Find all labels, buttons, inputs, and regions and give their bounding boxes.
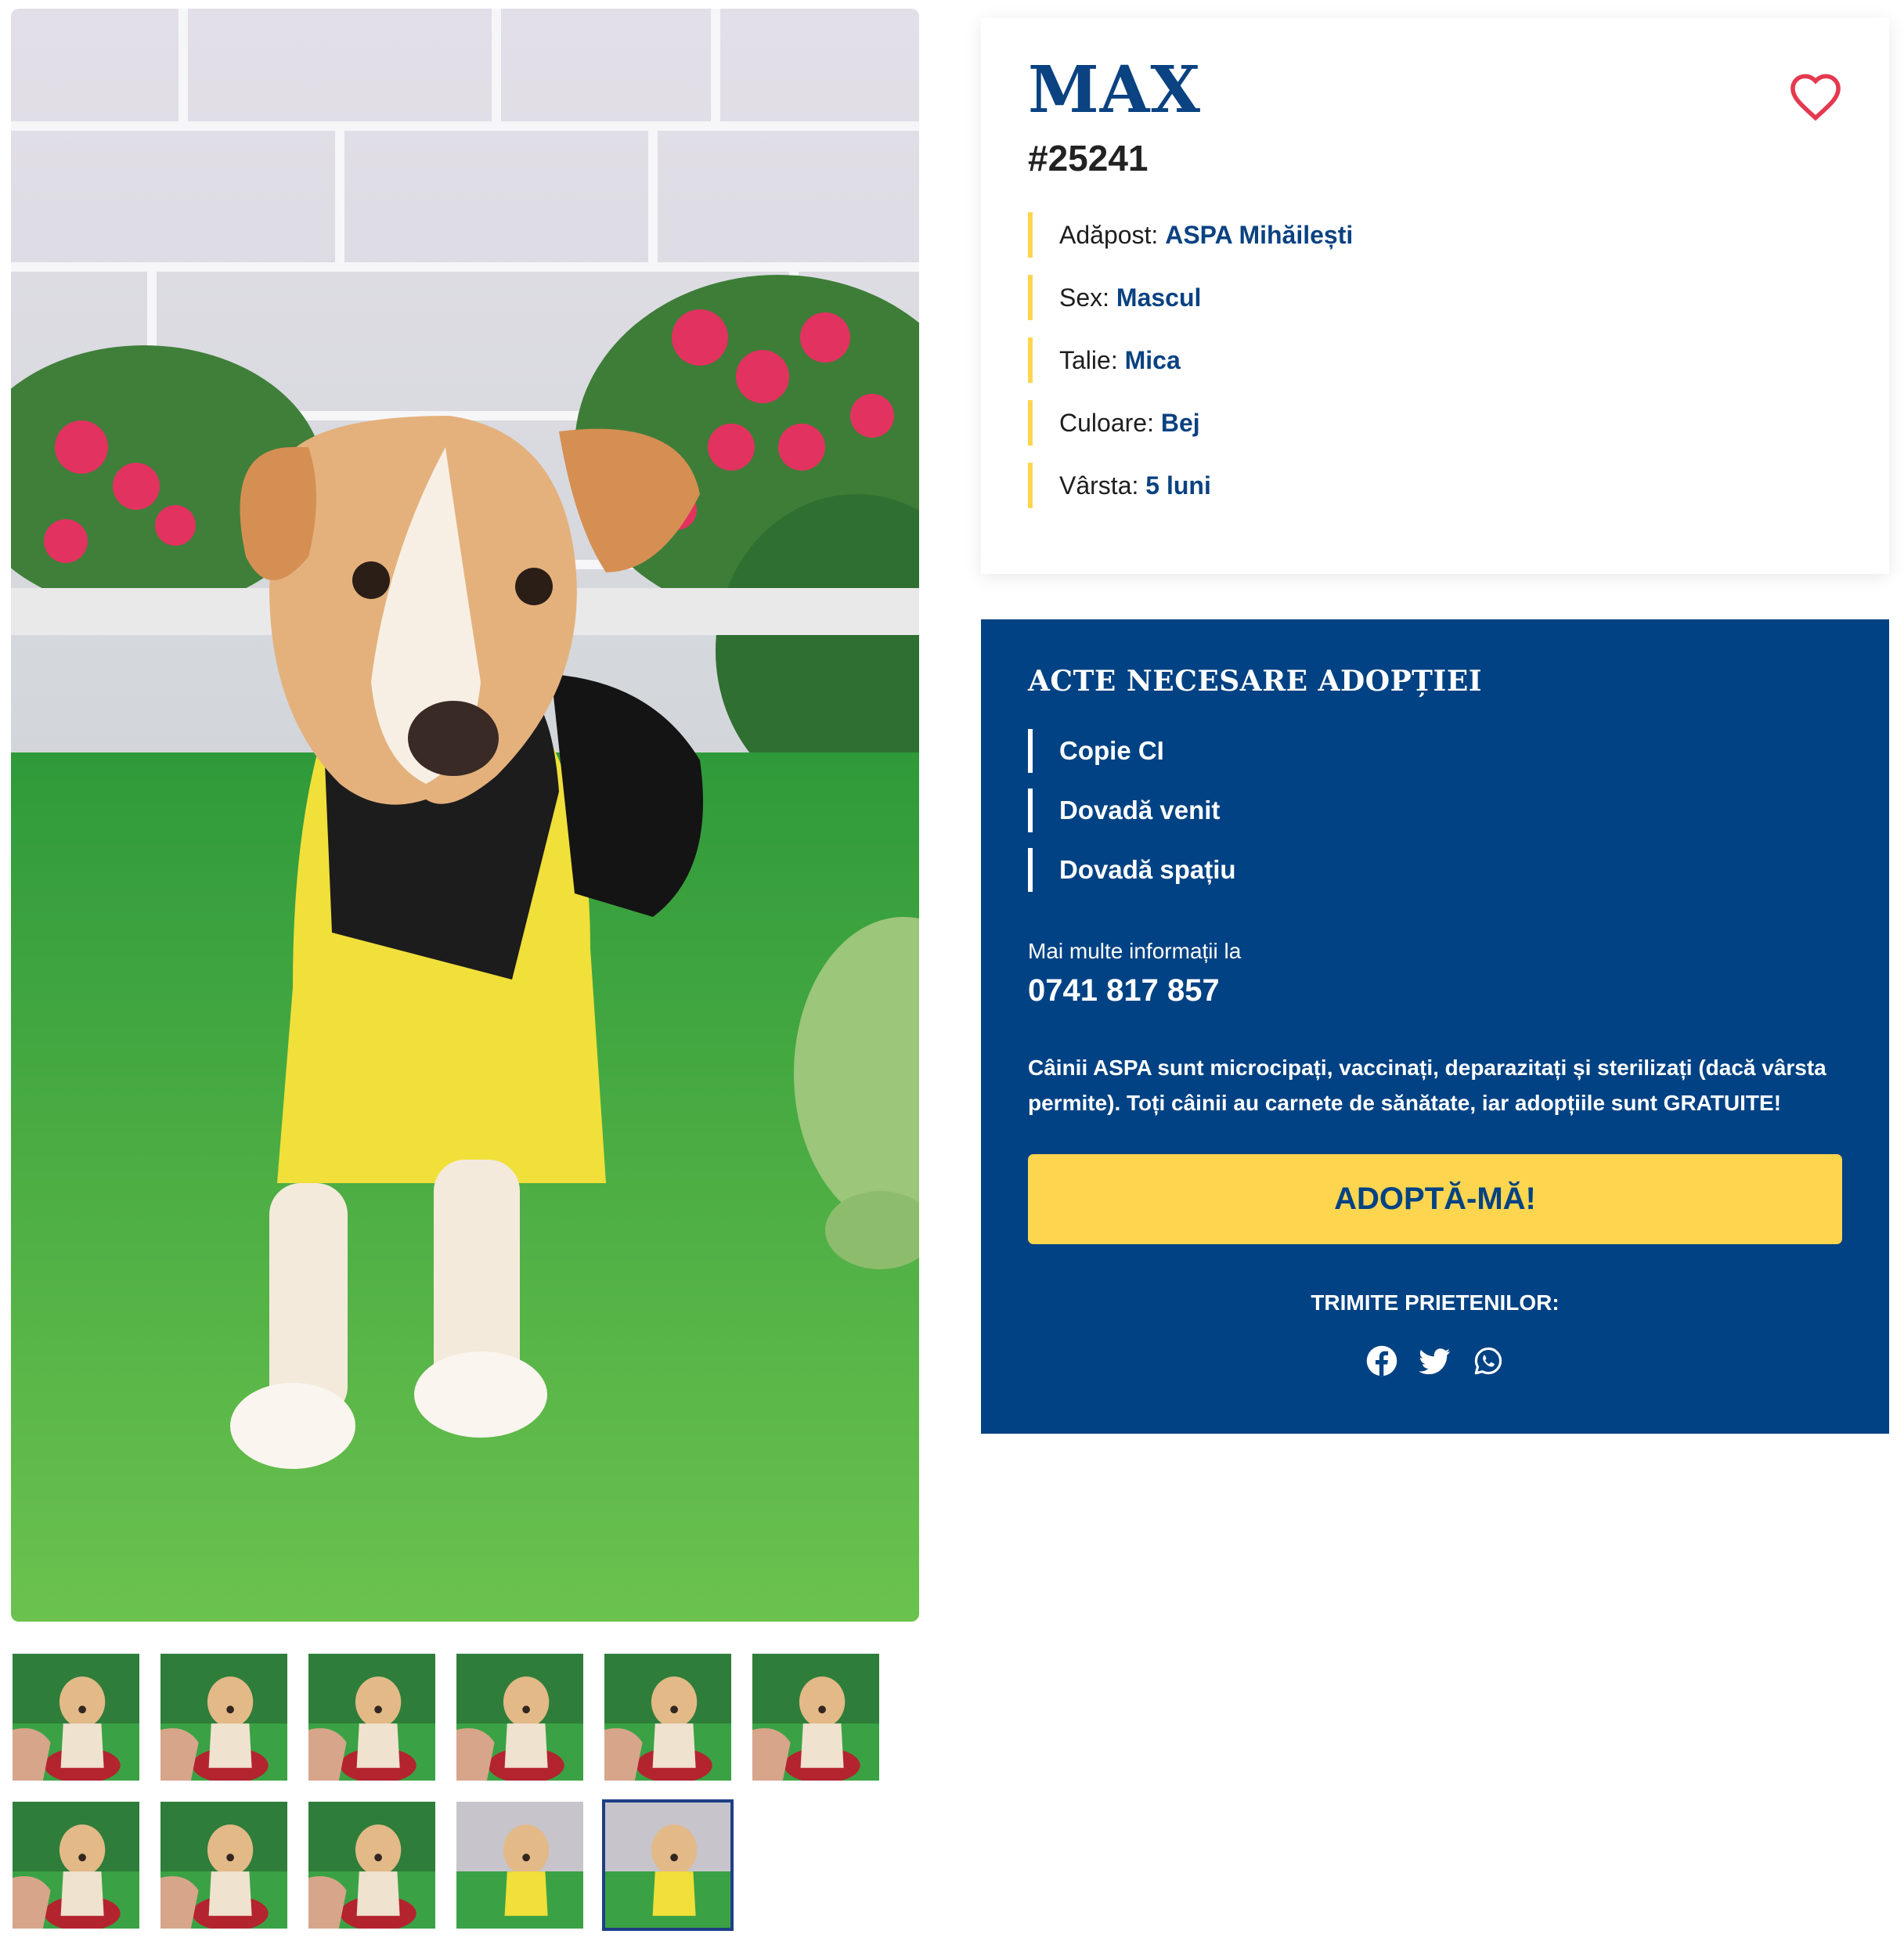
share-label: TRIMITE PRIETENILOR: xyxy=(1311,1290,1560,1315)
attribute-label: Adăpost: xyxy=(1059,221,1159,249)
gallery-thumbnail[interactable] xyxy=(13,1802,139,1929)
gallery-thumbnail[interactable] xyxy=(13,1654,139,1781)
gallery-thumbnail[interactable] xyxy=(456,1802,583,1929)
attribute-value: Mica xyxy=(1124,346,1181,374)
document-item: Dovadă venit xyxy=(1028,788,1576,832)
attribute-shelter: Adăpost: ASPA Mihăilești xyxy=(1028,212,1733,258)
gallery-thumbnail[interactable] xyxy=(308,1802,435,1929)
attribute-label: Talie: xyxy=(1059,346,1118,374)
adoption-panel: ACTE NECESARE ADOPȚIEI Copie CI Dovadă v… xyxy=(981,619,1889,1434)
attribute-label: Sex: xyxy=(1059,283,1110,312)
facebook-icon[interactable] xyxy=(1365,1344,1398,1377)
gallery-thumbnail[interactable] xyxy=(160,1654,287,1781)
attribute-value: Bej xyxy=(1160,409,1200,437)
document-item: Copie CI xyxy=(1028,729,1576,773)
dog-info-card: MAX #25241 Adăpost: ASPA Mihăilești Sex:… xyxy=(981,18,1889,574)
gallery-thumbnail[interactable] xyxy=(602,1799,734,1931)
document-item: Dovadă spațiu xyxy=(1028,848,1576,892)
attribute-size: Talie: Mica xyxy=(1028,337,1733,383)
favorite-heart-icon[interactable] xyxy=(1787,71,1844,121)
attribute-age: Vârsta: 5 luni xyxy=(1028,463,1733,508)
attribute-label: Culoare: xyxy=(1059,409,1154,437)
gallery-thumbnail[interactable] xyxy=(308,1654,435,1781)
gallery-thumbnail[interactable] xyxy=(160,1802,287,1929)
attribute-value: 5 luni xyxy=(1145,471,1211,500)
phone-number-link[interactable]: 0741 817 857 xyxy=(1028,973,1220,1009)
dog-id: #25241 xyxy=(1028,138,1149,179)
twitter-icon[interactable] xyxy=(1419,1344,1451,1377)
adoption-note: Câinii ASPA sunt microcipați, vaccinați,… xyxy=(1028,1055,1826,1115)
gallery-thumbnail[interactable] xyxy=(752,1654,879,1781)
adoption-title: ACTE NECESARE ADOPȚIEI xyxy=(1028,665,1483,698)
main-dog-photo[interactable] xyxy=(11,9,919,1622)
dog-name: MAX xyxy=(1028,52,1202,128)
attribute-label: Vârsta: xyxy=(1059,471,1139,500)
more-info-label: Mai multe informații la xyxy=(1028,939,1242,963)
gallery-thumbnail[interactable] xyxy=(456,1654,583,1781)
attribute-value: Mascul xyxy=(1116,283,1202,312)
dog-photo-image xyxy=(11,9,919,1622)
attribute-color: Culoare: Bej xyxy=(1028,400,1733,446)
gallery-thumbnail[interactable] xyxy=(604,1654,731,1781)
share-icons xyxy=(981,1344,1889,1379)
adopt-me-button[interactable]: ADOPTĂ-MĂ! xyxy=(1028,1154,1842,1244)
attribute-sex: Sex: Mascul xyxy=(1028,275,1733,320)
whatsapp-icon[interactable] xyxy=(1472,1344,1505,1377)
attribute-value[interactable]: ASPA Mihăilești xyxy=(1165,221,1353,249)
